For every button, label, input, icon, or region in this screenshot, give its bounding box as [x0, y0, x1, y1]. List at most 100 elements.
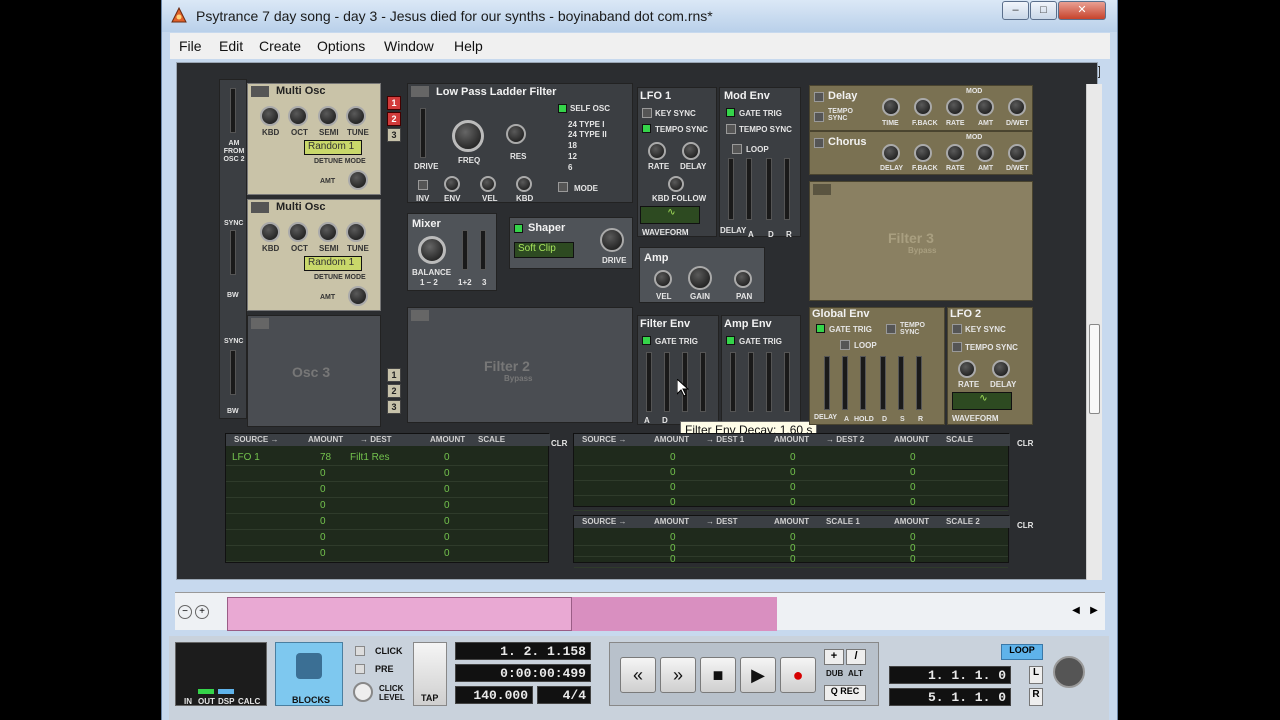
- rewind-button[interactable]: «: [620, 657, 656, 693]
- filter-route-1-button[interactable]: 1: [387, 96, 401, 110]
- delay-rate-knob[interactable]: [946, 98, 964, 116]
- mod-matrix-left-row[interactable]: 00: [226, 546, 548, 562]
- matrix-r-amount3-cell[interactable]: 0: [910, 497, 916, 508]
- loop-right-button[interactable]: R: [1029, 688, 1043, 706]
- amp-env-gate-led[interactable]: [726, 336, 735, 345]
- zoom-in-icon[interactable]: +: [195, 605, 209, 619]
- matrix-r-amount2-cell[interactable]: 0: [790, 497, 796, 508]
- minimize-button[interactable]: –: [1002, 1, 1029, 20]
- lfo1-waveform-display[interactable]: ∿: [640, 206, 700, 224]
- osc2-semi-knob[interactable]: [318, 222, 338, 242]
- filter2-route-3-button[interactable]: 3: [387, 400, 401, 414]
- bw1-slider[interactable]: [230, 230, 236, 275]
- mixer-12-slider[interactable]: [462, 230, 468, 270]
- lfo2-rate-knob[interactable]: [958, 360, 976, 378]
- matrix-amount2-cell[interactable]: 0: [444, 532, 450, 543]
- filter1-vel-knob[interactable]: [480, 176, 496, 192]
- click-level-knob[interactable]: [353, 682, 373, 702]
- matrix-r-amount-cell[interactable]: 0: [670, 467, 676, 478]
- lfo1-tempo-sync-led[interactable]: [642, 124, 651, 133]
- amp-pan-knob[interactable]: [734, 270, 752, 288]
- matrix-amount2-cell[interactable]: 0: [444, 500, 450, 511]
- matrix-r-amount2-cell[interactable]: 0: [790, 467, 796, 478]
- osc2-tune-knob[interactable]: [346, 222, 366, 242]
- scroll-right-button[interactable]: ▶: [1087, 605, 1101, 621]
- osc1-menu-icon[interactable]: [251, 86, 269, 97]
- osc1-semi-knob[interactable]: [318, 106, 338, 126]
- close-button[interactable]: ✕: [1058, 1, 1106, 20]
- lfo2-tempo-sync-button[interactable]: [952, 342, 962, 352]
- matrix-r-amount3-cell[interactable]: 0: [910, 452, 916, 463]
- filter-env-d-fader[interactable]: [664, 352, 670, 412]
- dub-plus-button[interactable]: +: [824, 649, 844, 665]
- loop-end-display[interactable]: 5. 1. 1. 0: [889, 688, 1011, 706]
- osc1-kbd-knob[interactable]: [260, 106, 280, 126]
- matrix-r-amount-cell[interactable]: 0: [670, 497, 676, 508]
- lfo1-delay-knob[interactable]: [682, 142, 700, 160]
- loop-start-display[interactable]: 1. 1. 1. 0: [889, 666, 1011, 684]
- song-overview[interactable]: − + ◀ ▶: [175, 592, 1105, 631]
- filter-route-3-button[interactable]: 3: [387, 128, 401, 142]
- mod-matrix-left-row[interactable]: 00: [226, 466, 548, 482]
- osc2-mode-display[interactable]: Random 1: [304, 256, 362, 271]
- matrix-amount2-cell[interactable]: 0: [444, 548, 450, 559]
- mixer-3-slider[interactable]: [480, 230, 486, 270]
- osc1-mode-display[interactable]: Random 1: [304, 140, 362, 155]
- amp-gain-knob[interactable]: [688, 266, 712, 290]
- fast-forward-button[interactable]: »: [660, 657, 696, 693]
- matrix-amount-cell[interactable]: 0: [320, 532, 326, 543]
- song-position-display[interactable]: 1. 2. 1.158: [455, 642, 591, 660]
- filter2-menu-icon[interactable]: [411, 310, 429, 321]
- filter1-res-knob[interactable]: [506, 124, 526, 144]
- mod-env-d-fader[interactable]: [766, 158, 772, 220]
- filter-env-a-fader[interactable]: [646, 352, 652, 412]
- filter2-route-1-button[interactable]: 1: [387, 368, 401, 382]
- filter-type-2[interactable]: 24 TYPE II: [568, 130, 607, 139]
- pre-button[interactable]: [355, 664, 365, 674]
- osc2-amt-knob[interactable]: [348, 286, 368, 306]
- scroll-left-button[interactable]: ◀: [1069, 605, 1083, 621]
- matrix-rb-amount3-cell[interactable]: 0: [910, 554, 916, 565]
- mod-matrix-left-row[interactable]: 00: [226, 530, 548, 546]
- matrix-dest-cell[interactable]: Filt1 Res: [350, 452, 389, 463]
- tempo-display[interactable]: 140.000: [455, 686, 533, 704]
- mod-matrix-left-row[interactable]: 00: [226, 514, 548, 530]
- filter1-drive-slider[interactable]: [420, 108, 426, 158]
- tap-button[interactable]: TAP: [413, 642, 447, 706]
- osc3-menu-icon[interactable]: [251, 318, 269, 329]
- time-display[interactable]: 0:00:00:499: [455, 664, 591, 682]
- delay-tempo-button[interactable]: [814, 112, 824, 122]
- filter-type-3[interactable]: 18: [568, 141, 577, 150]
- matrix-amount2-cell[interactable]: 0: [444, 516, 450, 527]
- matrix-r-amount3-cell[interactable]: 0: [910, 482, 916, 493]
- lfo1-rate-knob[interactable]: [648, 142, 666, 160]
- global-env-s-fader[interactable]: [898, 356, 904, 410]
- matrix-r-amount2-cell[interactable]: 0: [790, 482, 796, 493]
- record-button[interactable]: ●: [780, 657, 816, 693]
- mod-env-a-fader[interactable]: [746, 158, 752, 220]
- delay-fback-knob[interactable]: [914, 98, 932, 116]
- menu-options[interactable]: Options: [317, 38, 365, 54]
- filter-type-4[interactable]: 12: [568, 152, 577, 161]
- chorus-rate-knob[interactable]: [946, 144, 964, 162]
- global-env-delay-fader[interactable]: [824, 356, 830, 410]
- self-osc-led[interactable]: [558, 104, 567, 113]
- global-env-gate-led[interactable]: [816, 324, 825, 333]
- mod-env-tempo-button[interactable]: [726, 124, 736, 134]
- mod-env-r-fader[interactable]: [784, 158, 790, 220]
- rack-vertical-scrollbar[interactable]: [1086, 84, 1102, 580]
- alt-slash-button[interactable]: /: [846, 649, 866, 665]
- chorus-fback-knob[interactable]: [914, 144, 932, 162]
- matrix-amount2-cell[interactable]: 0: [444, 484, 450, 495]
- signature-display[interactable]: 4/4: [537, 686, 591, 704]
- amp-env-s-fader[interactable]: [766, 352, 772, 412]
- loop-left-button[interactable]: L: [1029, 666, 1043, 684]
- lfo2-key-sync-button[interactable]: [952, 324, 962, 334]
- amp-env-a-fader[interactable]: [730, 352, 736, 412]
- matrix-rb-amount-cell[interactable]: 0: [670, 554, 676, 565]
- filter1-menu-icon[interactable]: [411, 86, 429, 97]
- filter-env-r-fader[interactable]: [700, 352, 706, 412]
- matrix-amount-cell[interactable]: 0: [320, 468, 326, 479]
- delay-dwet-knob[interactable]: [1008, 98, 1026, 116]
- bw2-slider[interactable]: [230, 350, 236, 395]
